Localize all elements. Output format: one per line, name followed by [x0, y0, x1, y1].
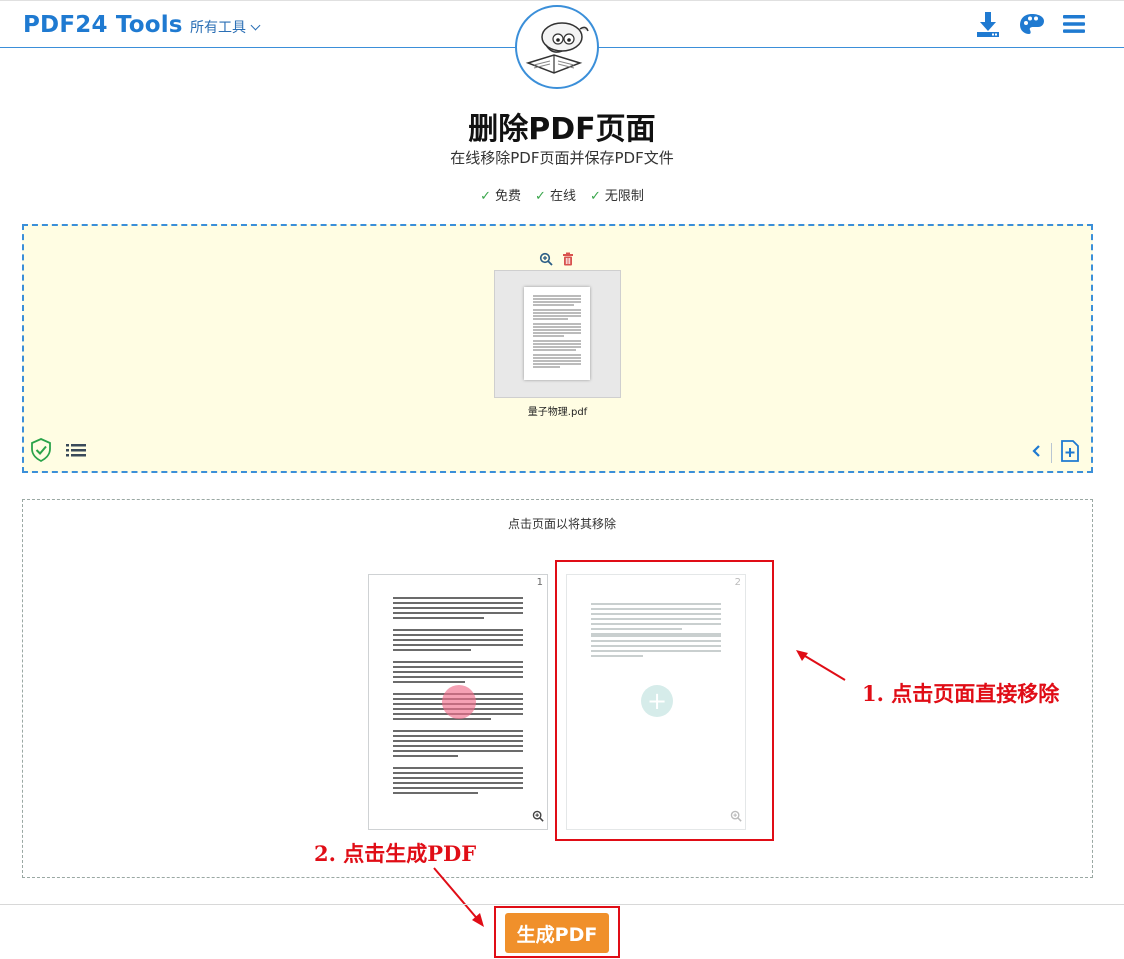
zoom-in-icon[interactable]	[532, 807, 544, 826]
file-name: 量子物理.pdf	[527, 407, 588, 418]
pages-hint: 点击页面以将其移除	[507, 517, 616, 531]
menu-icon[interactable]	[1061, 10, 1089, 38]
shield-check-icon[interactable]	[30, 438, 52, 466]
chevron-left-icon[interactable]	[1031, 443, 1043, 463]
check-icon: ✓	[535, 189, 546, 204]
all-tools-label: 所有工具	[190, 20, 246, 36]
page-thumbnail-1[interactable]: 1	[368, 574, 548, 830]
feature-item: ✓ 无限制	[589, 189, 644, 204]
arrow-icon	[433, 867, 484, 927]
page-title: 删除PDF页面	[468, 112, 656, 147]
arrow-icon	[796, 650, 846, 681]
check-icon: ✓	[589, 189, 601, 204]
list-view-icon[interactable]	[66, 442, 86, 462]
file-thumbnail[interactable]	[494, 270, 621, 398]
mascot-logo[interactable]	[515, 5, 599, 89]
file-preview-page	[524, 287, 590, 380]
highlight-box-page	[555, 560, 774, 841]
file-actions	[539, 251, 575, 270]
chevron-down-icon	[250, 20, 261, 30]
palette-icon[interactable]	[1018, 10, 1046, 38]
mascot-sheep-icon	[525, 22, 589, 74]
trash-icon[interactable]	[561, 251, 575, 270]
drop-zone-right-controls	[1031, 440, 1080, 466]
download-icon[interactable]	[974, 10, 1002, 38]
add-file-icon[interactable]	[1060, 440, 1080, 466]
feature-item: ✓ 免费	[480, 189, 522, 204]
footer-divider	[0, 904, 1124, 905]
page-subtitle: 在线移除PDF页面并保存PDF文件	[450, 149, 674, 167]
annotation-step1: 1. 点击页面直接移除	[862, 681, 1060, 706]
feature-item: ✓ 在线	[535, 189, 576, 204]
click-indicator	[442, 685, 476, 719]
check-icon: ✓	[480, 189, 492, 204]
brand-logo-text[interactable]: PDF24 Tools	[23, 12, 183, 38]
zoom-in-icon[interactable]	[539, 251, 553, 270]
annotation-step2: 2. 点击生成PDF	[314, 841, 477, 866]
feature-list: ✓ 免费 ✓ 在线 ✓ 无限制	[0, 185, 1124, 204]
divider	[1051, 443, 1052, 463]
page-number: 1	[536, 577, 543, 588]
drop-zone-left-controls	[30, 438, 86, 466]
all-tools-menu[interactable]: 所有工具	[190, 17, 261, 37]
generate-pdf-button[interactable]: 生成PDF	[505, 913, 609, 953]
